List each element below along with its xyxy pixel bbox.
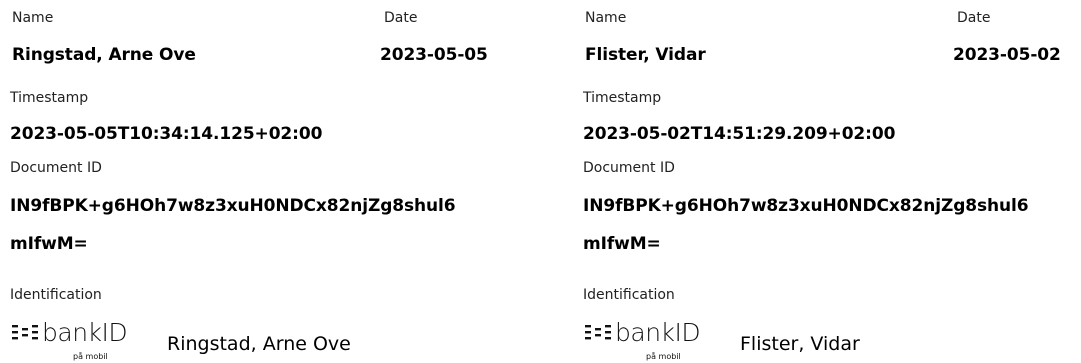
document-id-label: Document ID xyxy=(10,160,102,176)
identification-name: Flister, Vidar xyxy=(740,333,860,355)
document-id-line-1: IN9fBPK+g6HOh7w8z3xuH0NDCx82njZg8shul6 xyxy=(10,196,456,216)
timestamp-label: Timestamp xyxy=(10,90,89,106)
timestamp-value: 2023-05-02T14:51:29.209+02:00 xyxy=(583,124,896,144)
document-id-line-2: mIfwM= xyxy=(583,234,661,254)
document-id-line-2: mIfwM= xyxy=(10,234,88,254)
signer-name: Flister, Vidar xyxy=(585,45,706,65)
document-id-label: Document ID xyxy=(583,160,675,176)
date-label: Date xyxy=(384,10,418,26)
signer-block-1: Name Date Ringstad, Arne Ove 2023-05-05 … xyxy=(10,0,530,363)
bankid-logo-icon: bankID på mobil xyxy=(585,318,701,361)
timestamp-value: 2023-05-05T10:34:14.125+02:00 xyxy=(10,124,323,144)
identification-name: Ringstad, Arne Ove xyxy=(167,333,351,355)
bankid-logo-text: bankID xyxy=(615,318,700,347)
bankid-logo-text: bankID xyxy=(42,318,127,347)
signer-name: Ringstad, Arne Ove xyxy=(12,45,196,65)
date-label: Date xyxy=(957,10,991,26)
signer-block-2: Name Date Flister, Vidar 2023-05-02 Time… xyxy=(583,0,1081,363)
signing-date: 2023-05-05 xyxy=(380,45,488,65)
name-label: Name xyxy=(585,10,627,26)
identification-label: Identification xyxy=(583,287,675,303)
document-id-line-1: IN9fBPK+g6HOh7w8z3xuH0NDCx82njZg8shul6 xyxy=(583,196,1029,216)
name-label: Name xyxy=(12,10,54,26)
identification-label: Identification xyxy=(10,287,102,303)
signing-date: 2023-05-02 xyxy=(953,45,1061,65)
bankid-logo-icon: bankID på mobil xyxy=(12,318,128,361)
bankid-logo-subtext: på mobil xyxy=(73,351,108,361)
timestamp-label: Timestamp xyxy=(583,90,662,106)
bankid-logo-subtext: på mobil xyxy=(646,351,681,361)
